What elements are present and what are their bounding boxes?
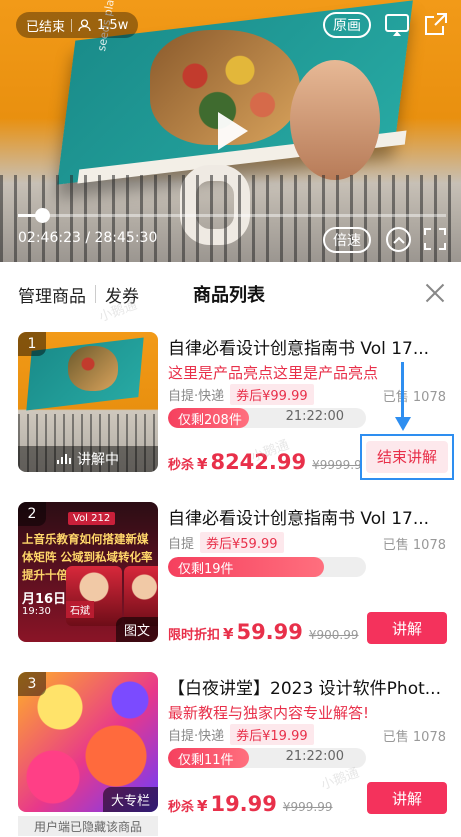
content-type-tag: 图文 (115, 617, 158, 642)
divider (71, 18, 73, 32)
sold-count: 已售 1078 (382, 390, 446, 405)
original-price: ¥900.99 (308, 628, 359, 642)
panel-title: 商品列表 (193, 285, 265, 306)
viewer-count: 1.5w (97, 17, 129, 33)
annotation-arrow-icon (395, 362, 411, 432)
fullscreen-icon[interactable] (424, 228, 446, 250)
product-meta: 自提·快递 券后¥99.99 (168, 383, 314, 405)
sold-count: 已售 1078 (382, 730, 446, 745)
stock-label: 仅剩11件 (178, 753, 234, 768)
play-icon[interactable] (218, 112, 248, 150)
content-type-tag: 大专栏 (102, 787, 158, 812)
countdown-time: 21:22:00 (285, 409, 344, 424)
sold-count: 已售 1078 (382, 538, 446, 553)
product-meta: 自提 券后¥59.99 (168, 531, 284, 553)
price-type: 秒杀 (168, 800, 195, 815)
countdown-time: 21:22:00 (285, 749, 344, 764)
coupon-price: 券后¥19.99 (230, 723, 314, 745)
product-highlight: 这里是产品亮点这里是产品亮点 (168, 364, 379, 382)
audio-bars-icon (57, 454, 71, 464)
live-status-pill: 已结束 1.5w (16, 12, 139, 38)
item-index: 1 (18, 332, 46, 356)
user-icon (78, 18, 91, 31)
divider (95, 285, 96, 303)
quality-button[interactable]: 原画 (323, 12, 371, 38)
currency-symbol: ¥ (197, 455, 208, 473)
stock-label: 仅剩19件 (178, 562, 234, 577)
shipping-method: 自提 (168, 536, 195, 552)
currency-symbol: ¥ (223, 625, 234, 643)
playback-time: 02:46:23 / 28:45:30 (18, 230, 158, 246)
product-meta: 自提·快递 券后¥19.99 (168, 723, 314, 745)
product-panel-header: 管理商品 发券 商品列表 (0, 262, 461, 326)
shipping-method: 自提·快递 (168, 388, 225, 404)
video-player[interactable]: seeds planted in concrete 已结束 1.5w 原画 02… (0, 0, 461, 262)
stock-bar: 仅剩208件 21:22:00 (168, 408, 366, 428)
product-thumbnail: Vol 212 上音乐教育如何搭建新媒体矩阵 公域到私域转化率提升十倍 月16日… (18, 502, 158, 642)
thumb-badge: Vol 212 (68, 512, 116, 525)
end-explain-button[interactable]: 结束讲解 (360, 434, 454, 480)
currency-symbol: ¥ (197, 797, 208, 815)
product-item[interactable]: 3 大专栏 【白夜讲堂】2023 设计软件Phot... 最新教程与独家内容专业… (0, 672, 461, 817)
share-icon[interactable] (424, 12, 448, 36)
product-thumbnail: 1 讲解中 (18, 332, 158, 472)
close-icon[interactable] (425, 283, 445, 303)
status-label: 已结束 (26, 19, 66, 35)
product-name: 【白夜讲堂】2023 设计软件Phot... (168, 679, 441, 699)
price-row: 限时折扣 ¥ 59.99 ¥900.99 (168, 620, 359, 644)
explaining-label: 讲解中 (77, 452, 119, 468)
hidden-notice: 用户端已隐藏该商品 (18, 816, 158, 836)
explaining-status: 讲解中 (18, 446, 158, 472)
original-price: ¥999.99 (282, 800, 333, 814)
product-name: 自律必看设计创意指南书 Vol 17... (168, 339, 430, 359)
cast-icon[interactable] (384, 12, 410, 38)
end-explain-label: 结束讲解 (366, 441, 448, 473)
sculpture-image (290, 60, 380, 180)
stock-label: 仅剩208件 (178, 413, 242, 428)
price-row: 秒杀 ¥ 19.99 ¥999.99 (168, 792, 333, 816)
product-thumbnail: 3 大专栏 (18, 672, 158, 812)
product-item[interactable]: 1 讲解中 自律必看设计创意指南书 Vol 17... 这里是产品亮点这里是产品… (0, 332, 461, 480)
current-price: 19.99 (210, 792, 277, 816)
price-type: 秒杀 (168, 458, 195, 473)
item-index: 3 (18, 672, 46, 696)
coupon-price: 券后¥99.99 (230, 383, 314, 405)
progress-bar[interactable] (18, 208, 446, 223)
stock-bar: 仅剩19件 (168, 557, 366, 577)
product-name: 自律必看设计创意指南书 Vol 17... (168, 509, 430, 529)
tab-manage-products[interactable]: 管理商品 (18, 282, 86, 307)
coupon-price: 券后¥59.99 (200, 531, 284, 553)
price-type: 限时折扣 (168, 628, 221, 643)
product-item[interactable]: Vol 212 上音乐教育如何搭建新媒体矩阵 公域到私域转化率提升十倍 月16日… (0, 502, 461, 647)
thumb-date: 月16日 (22, 592, 67, 607)
current-price: 59.99 (236, 620, 303, 644)
shipping-method: 自提·快递 (168, 728, 225, 744)
explain-button[interactable]: 讲解 (367, 782, 447, 814)
stock-bar: 仅剩11件 21:22:00 (168, 748, 366, 768)
thumb-time: 19:30 (22, 606, 51, 617)
product-highlight: 最新教程与独家内容专业解答! (168, 704, 370, 722)
speaker-name: 石斌 (66, 601, 94, 618)
chevron-up-icon[interactable] (386, 227, 411, 252)
explain-button[interactable]: 讲解 (367, 612, 447, 644)
item-index: 2 (18, 502, 46, 526)
speed-button[interactable]: 倍速 (323, 227, 371, 253)
